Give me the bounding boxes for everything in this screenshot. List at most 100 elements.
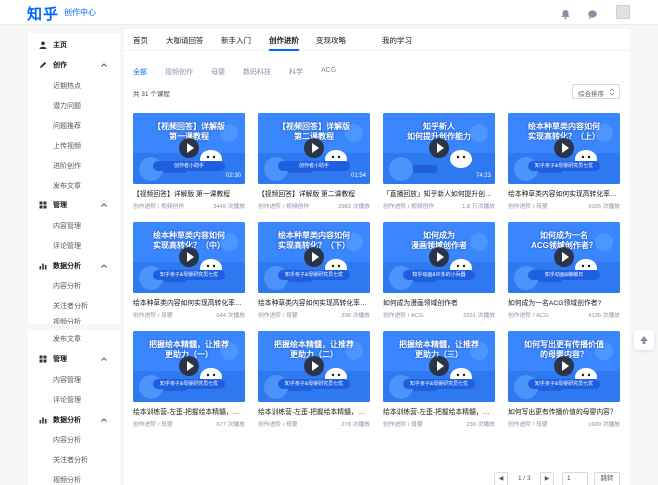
- zhihu-logo[interactable]: 知乎: [27, 3, 59, 24]
- course-title[interactable]: 绘本种草类内容如何实现高转化率？（下）: [258, 297, 370, 307]
- sidebar-item-label: 视频分析: [53, 477, 81, 484]
- sidebar-item-content-manage[interactable]: 内容管理: [28, 371, 120, 389]
- play-count: 1.8 万次播放: [462, 204, 495, 210]
- play-icon[interactable]: [179, 247, 199, 267]
- sidebar-item-video-analysis[interactable]: 视频分析: [28, 471, 120, 485]
- message-icon[interactable]: [587, 7, 598, 19]
- course-thumbnail[interactable]: 如何成为 漫画领域创作者 知乎动画&许多的小兵器: [383, 222, 495, 293]
- course-title[interactable]: 【视频回答】详解版 第二课教程: [258, 188, 370, 198]
- course-title[interactable]: 如何成为一名ACG领域创作者?: [508, 297, 620, 307]
- course-thumbnail[interactable]: 绘本种草类内容如何 实现高转化？（下） 知乎亲子&母婴研究员七优: [258, 222, 370, 293]
- play-icon[interactable]: [304, 138, 324, 158]
- next-page-button[interactable]: ▶: [540, 472, 554, 485]
- course-thumbnail[interactable]: 把握绘本精髓，让推荐 更助力（三） 知乎亲子&母婴研究员七优: [383, 331, 495, 402]
- play-icon[interactable]: [304, 356, 324, 376]
- filter-all[interactable]: 全部: [133, 67, 147, 77]
- play-icon[interactable]: [429, 356, 449, 376]
- filter-digital-tech[interactable]: 数码科技: [243, 67, 271, 77]
- tab-beginner[interactable]: 新手入门: [221, 35, 251, 46]
- sidebar-item-create[interactable]: 创作: [28, 56, 120, 74]
- course-title[interactable]: 绘本训练营-左歪-把握绘本精髓，让推荐更助力（一）: [133, 406, 245, 416]
- course-thumbnail[interactable]: 绘本种草类内容如何 实现高转化？（上） 知乎亲子&母婴研究员七优: [508, 113, 620, 184]
- course-title[interactable]: 绘本训练营-左歪-把握绘本精髓，让推荐更助力（三）: [383, 406, 495, 416]
- sidebar-item-recommended-questions[interactable]: 问题推荐: [28, 117, 120, 135]
- bell-icon[interactable]: [560, 7, 571, 20]
- play-icon[interactable]: [554, 356, 574, 376]
- sidebar-item-data-analysis[interactable]: 数据分析: [28, 257, 120, 275]
- sidebar-item-content-manage[interactable]: 内容管理: [28, 217, 120, 235]
- sidebar-item-potential-questions[interactable]: 潜力问题: [28, 97, 120, 115]
- chevron-up-icon[interactable]: [100, 416, 108, 424]
- play-icon[interactable]: [179, 356, 199, 376]
- sidebar-item-content-analysis[interactable]: 内容分析: [28, 277, 120, 295]
- sidebar-item-home[interactable]: 主页: [28, 36, 120, 54]
- course-thumbnail[interactable]: 把握绘本精髓，让推荐 更助力（二） 知乎亲子&母婴研究员七优: [258, 331, 370, 402]
- page-number-input[interactable]: 1: [562, 472, 588, 485]
- course-thumbnail[interactable]: 【视频回答】详解版 第一课教程 创作者小助手 02:30: [133, 113, 245, 184]
- tab-advanced[interactable]: 创作进阶: [269, 35, 299, 46]
- sidebar-item-comment-manage[interactable]: 评论管理: [28, 391, 120, 409]
- jump-button[interactable]: 跳转: [594, 472, 620, 485]
- filter-science[interactable]: 科学: [289, 67, 303, 77]
- sidebar-item-comment-manage[interactable]: 评论管理: [28, 237, 120, 255]
- course-card[interactable]: 知乎新人 如何提升创作能力 74:23 「直播回放」知乎新人如何提升创作能力 创作进阶…: [383, 113, 495, 213]
- chevron-up-icon[interactable]: [100, 262, 108, 270]
- course-title[interactable]: 如何写出更有传播价值的母婴内容？: [508, 406, 620, 416]
- filter-acg[interactable]: ACG: [321, 67, 336, 74]
- sidebar-item-publish-article[interactable]: 发布文章: [28, 177, 120, 195]
- course-thumbnail[interactable]: 如何写出更有传播价值 的母婴内容？ 知乎亲子&母婴研究员七优: [508, 331, 620, 402]
- play-icon[interactable]: [429, 138, 449, 158]
- course-card[interactable]: 绘本种草类内容如何 实现高转化？（下） 知乎亲子&母婴研究员七优绘本种草类内容如何…: [258, 222, 370, 322]
- filter-video-creation[interactable]: 视频创作: [165, 67, 193, 77]
- tab-home[interactable]: 首页: [133, 35, 148, 46]
- course-title[interactable]: 如何成为漫画领域创作者: [383, 297, 495, 307]
- avatar[interactable]: [616, 5, 630, 19]
- course-title[interactable]: 【视频回答】详解版 第一课教程: [133, 188, 245, 198]
- back-to-top-button[interactable]: [634, 330, 654, 350]
- play-icon[interactable]: [179, 138, 199, 158]
- course-card[interactable]: 【视频回答】详解版 第一课教程 创作者小助手 02:30 【视频回答】详解版 第一课教…: [133, 113, 245, 213]
- play-icon[interactable]: [429, 247, 449, 267]
- course-thumbnail[interactable]: 知乎新人 如何提升创作能力 74:23: [383, 113, 495, 184]
- sidebar-item-follower-analysis[interactable]: 关注者分析: [28, 297, 120, 315]
- play-icon[interactable]: [554, 247, 574, 267]
- sidebar-item-manage[interactable]: 管理: [28, 196, 120, 214]
- tab-monetization[interactable]: 变现攻略: [316, 35, 346, 46]
- course-card[interactable]: 如何成为一名 ACG领域创作者？ 知乎动画&萌萌日 如何成为一名ACG领域创作者? 创…: [508, 222, 620, 322]
- chevron-up-icon[interactable]: [100, 355, 108, 363]
- course-card[interactable]: 如何成为 漫画领域创作者 知乎动画&许多的小兵器 如何成为漫画领域创作者 创作进阶 /…: [383, 222, 495, 322]
- course-title[interactable]: 绘本种草类内容如何实现高转化率？（上）: [508, 188, 620, 198]
- sidebar-item-data-analysis[interactable]: 数据分析: [28, 411, 120, 429]
- filter-mother-baby[interactable]: 母婴: [211, 67, 225, 77]
- course-card[interactable]: 如何写出更有传播价值 的母婴内容？ 知乎亲子&母婴研究员七优如何写出更有传播价值的…: [508, 331, 620, 431]
- sidebar-item-publish-article[interactable]: 发布文章: [28, 330, 120, 348]
- course-card[interactable]: 把握绘本精髓，让推荐 更助力（一） 知乎亲子&母婴研究员七优绘本训练营-左歪-把握…: [133, 331, 245, 431]
- tab-my-learning[interactable]: 我的学习: [382, 35, 412, 46]
- course-thumbnail[interactable]: 【视频回答】详解版 第二课教程 创作者小助手 01:54: [258, 113, 370, 184]
- sidebar-item-manage[interactable]: 管理: [28, 350, 120, 368]
- chevron-up-icon[interactable]: [100, 61, 108, 69]
- course-title[interactable]: 「直播回放」知乎新人如何提升创作能力: [383, 188, 495, 198]
- prev-page-button[interactable]: ◀: [494, 472, 508, 485]
- sidebar-item-follower-analysis[interactable]: 关注者分析: [28, 451, 120, 469]
- creator-center-title[interactable]: 创作中心: [64, 7, 96, 18]
- play-icon[interactable]: [304, 247, 324, 267]
- course-thumbnail[interactable]: 把握绘本精髓，让推荐 更助力（一） 知乎亲子&母婴研究员七优: [133, 331, 245, 402]
- sidebar-item-upload-video[interactable]: 上传视频: [28, 137, 120, 155]
- sort-dropdown[interactable]: 综合排序: [572, 84, 620, 99]
- course-thumbnail[interactable]: 绘本种草类内容如何 实现高转化？（中） 知乎亲子&母婴研究员七优: [133, 222, 245, 293]
- play-icon[interactable]: [554, 138, 574, 158]
- chevron-up-icon[interactable]: [100, 201, 108, 209]
- course-card[interactable]: 绘本种草类内容如何 实现高转化？（上） 知乎亲子&母婴研究员七优绘本种草类内容如何…: [508, 113, 620, 213]
- course-thumbnail[interactable]: 如何成为一名 ACG领域创作者？ 知乎动画&萌萌日: [508, 222, 620, 293]
- course-card[interactable]: 把握绘本精髓，让推荐 更助力（三） 知乎亲子&母婴研究员七优绘本训练营-左歪-把握…: [383, 331, 495, 431]
- sidebar-item-content-analysis[interactable]: 内容分析: [28, 431, 120, 449]
- course-card[interactable]: 把握绘本精髓，让推荐 更助力（二） 知乎亲子&母婴研究员七优绘本训练营-左歪-把握…: [258, 331, 370, 431]
- course-title[interactable]: 绘本训练营-左歪-把握绘本精髓，让推荐更助力（二）: [258, 406, 370, 416]
- course-card[interactable]: 绘本种草类内容如何 实现高转化？（中） 知乎亲子&母婴研究员七优绘本种草类内容如何…: [133, 222, 245, 322]
- course-card[interactable]: 【视频回答】详解版 第二课教程 创作者小助手 01:54 【视频回答】详解版 第二课教…: [258, 113, 370, 213]
- sidebar-item-advanced-creation[interactable]: 进阶创作: [28, 157, 120, 175]
- sidebar-item-hot-topics[interactable]: 近期热点: [28, 77, 120, 95]
- tab-experts-answer[interactable]: 大咖请回答: [166, 35, 204, 46]
- course-title[interactable]: 绘本种草类内容如何实现高转化率？（中）: [133, 297, 245, 307]
